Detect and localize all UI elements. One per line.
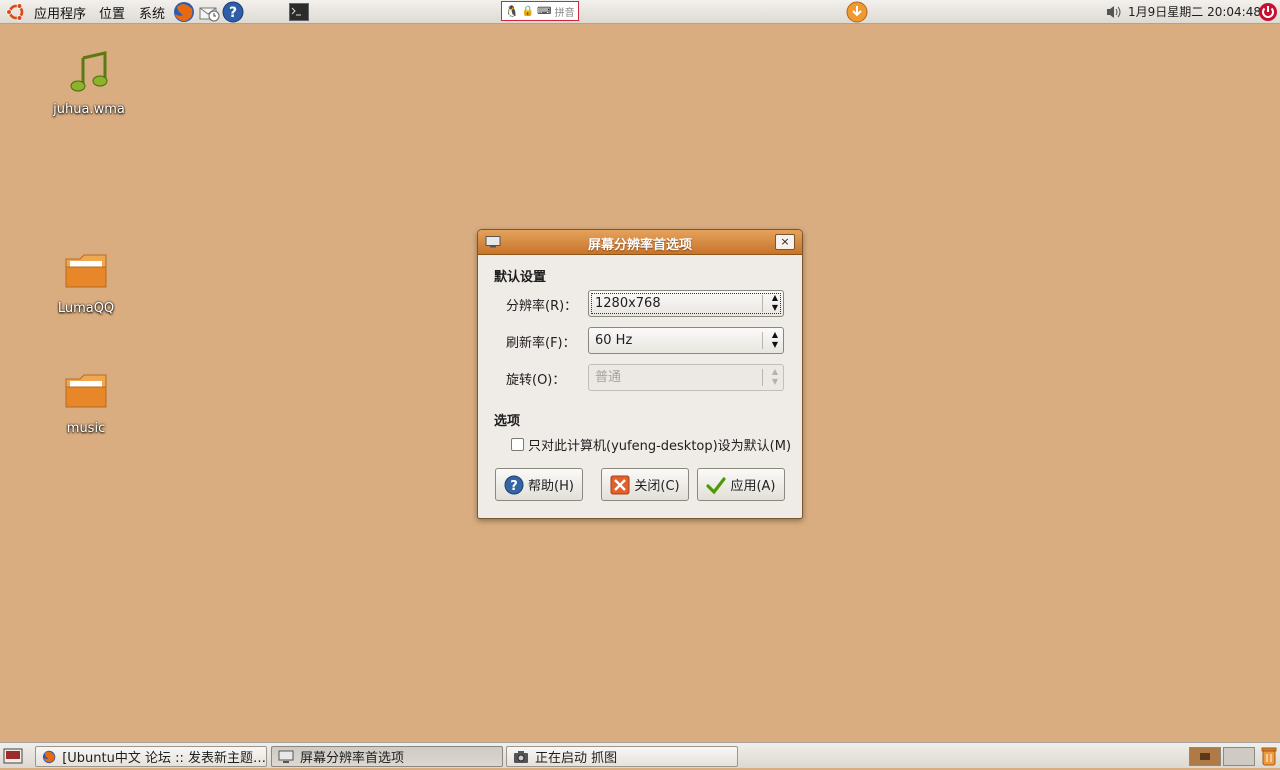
desktop-icon-label: music	[66, 421, 106, 436]
penguin-icon: 🐧	[505, 4, 519, 18]
desktop-icon-label: LumaQQ	[57, 301, 115, 316]
taskbar-item-label: 屏幕分辨率首选项	[300, 751, 405, 766]
rotation-combo: 普通 ▲ ▼	[588, 364, 784, 391]
svg-text:?: ?	[229, 5, 237, 21]
folder-icon	[65, 374, 107, 408]
firefox-launcher-icon[interactable]	[173, 0, 195, 24]
help-icon: ?	[504, 475, 524, 494]
resolution-combo[interactable]: 1280x768 ▲ ▼	[588, 290, 784, 317]
monitor-icon	[278, 750, 294, 763]
close-button-label: 关闭(C)	[634, 479, 680, 494]
help-launcher-icon[interactable]: ?	[222, 0, 244, 24]
workspace-1[interactable]	[1189, 747, 1221, 766]
taskbar-item-label: 正在启动 抓图	[535, 751, 618, 766]
spin-arrows-icon: ▲ ▼	[771, 330, 778, 349]
section-options: 选项	[494, 414, 521, 429]
refresh-rate-value: 60 Hz	[595, 333, 633, 348]
checkmark-icon	[706, 476, 727, 494]
close-button[interactable]: 关闭(C)	[601, 468, 689, 501]
workspace-2[interactable]	[1223, 747, 1255, 766]
desktop-icon-lumaqq[interactable]: LumaQQ	[31, 247, 141, 316]
dialog-title: 屏幕分辨率首选项	[587, 238, 692, 253]
music-file-icon	[70, 51, 108, 92]
rotation-value: 普通	[595, 370, 622, 385]
default-checkbox-label[interactable]: 只对此计算机(yufeng-desktop)设为默认(M)	[528, 435, 791, 454]
screen-resolution-dialog: 屏幕分辨率首选项 × 默认设置 分辨率(R)： 1280x768 ▲ ▼ 刷新率(…	[477, 229, 803, 519]
volume-icon[interactable]	[1106, 0, 1124, 24]
desktop-icon-label: juhua.wma	[53, 102, 125, 117]
resolution-label: 分辨率(R)：	[506, 299, 578, 314]
show-desktop-icon[interactable]	[3, 747, 23, 765]
default-checkbox[interactable]	[511, 438, 524, 451]
refresh-rate-label: 刷新率(F)：	[506, 336, 576, 351]
dialog-titlebar[interactable]: 屏幕分辨率首选项 ×	[478, 230, 802, 255]
spin-arrows-icon: ▲ ▼	[771, 367, 778, 386]
camera-icon	[514, 750, 528, 763]
menu-places[interactable]: 位置	[99, 3, 125, 22]
input-method-indicator[interactable]: 🐧 🔒 ⌨ 拼音	[501, 1, 579, 21]
resolution-value: 1280x768	[595, 296, 661, 311]
rotation-label: 旋转(O)：	[506, 373, 566, 388]
taskbar-item-label: [Ubuntu中文 论坛 :: 发表新主题…	[62, 751, 266, 766]
menu-system[interactable]: 系统	[139, 3, 165, 22]
menu-applications[interactable]: 应用程序	[34, 3, 86, 22]
apply-button-label: 应用(A)	[730, 479, 776, 494]
update-notifier-icon[interactable]	[846, 0, 868, 24]
ubuntu-logo-icon[interactable]	[6, 0, 26, 24]
terminal-launcher-icon[interactable]	[289, 0, 309, 24]
close-icon[interactable]: ×	[775, 234, 795, 250]
help-button[interactable]: ? 帮助(H)	[495, 468, 583, 501]
apply-button[interactable]: 应用(A)	[697, 468, 785, 501]
taskbar-item-resolution[interactable]: 屏幕分辨率首选项	[271, 746, 503, 767]
lock-icon: 🔒	[521, 5, 535, 17]
top-panel: 应用程序 位置 系统 ? 🐧 🔒 ⌨ 拼音 1月9日星期二 20:04:48	[0, 0, 1280, 24]
taskbar-item-screenshot[interactable]: 正在启动 抓图	[506, 746, 738, 767]
bottom-panel: [Ubuntu中文 论坛 :: 发表新主题… 屏幕分辨率首选项 正在启动 抓图	[0, 742, 1280, 768]
trash-icon[interactable]	[1260, 746, 1278, 766]
close-icon	[610, 475, 630, 494]
taskbar-item-firefox[interactable]: [Ubuntu中文 论坛 :: 发表新主题…	[35, 746, 267, 767]
spin-arrows-icon: ▲ ▼	[771, 293, 778, 312]
help-button-label: 帮助(H)	[528, 479, 574, 494]
mail-launcher-icon[interactable]	[198, 0, 220, 24]
desktop-icon-music[interactable]: music	[31, 367, 141, 436]
clock[interactable]: 1月9日星期二 20:04:48	[1128, 0, 1261, 24]
firefox-icon	[42, 750, 56, 763]
folder-icon	[65, 254, 107, 288]
ime-mode-label: 拼音	[554, 7, 575, 19]
section-default-settings: 默认设置	[494, 270, 547, 285]
desktop-icon-juhua[interactable]: juhua.wma	[34, 48, 144, 117]
svg-text:?: ?	[510, 479, 518, 494]
keyboard-icon: ⌨	[537, 5, 552, 17]
refresh-rate-combo[interactable]: 60 Hz ▲ ▼	[588, 327, 784, 354]
power-icon[interactable]	[1258, 0, 1278, 24]
